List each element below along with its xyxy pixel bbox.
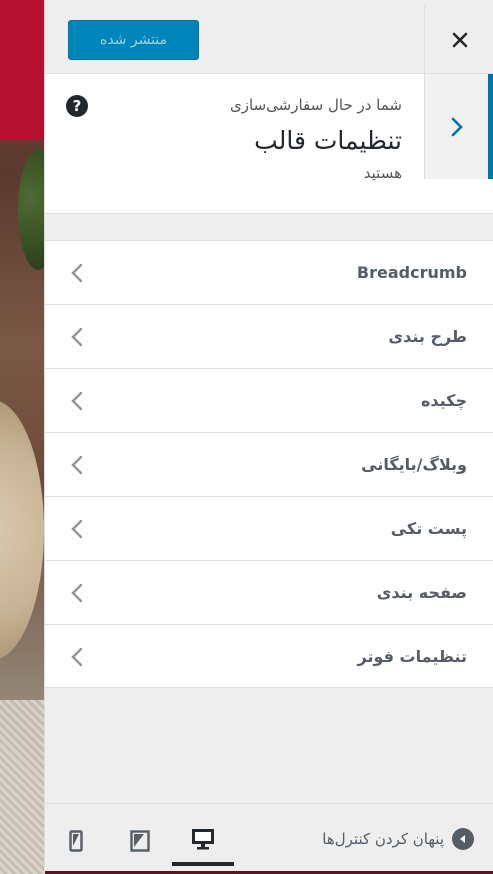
device-desktop-button[interactable] [172,816,234,866]
chevron-right-icon [451,117,463,136]
chevron-left-icon [67,261,87,285]
preview-cloth-image [0,700,44,874]
section-blog-archive[interactable]: وبلاگ/بایگانی [45,432,493,496]
section-label: پست تکی [390,519,467,538]
hide-controls-button[interactable]: پنهان کردن کنترل‌ها [322,828,474,850]
sections-list: Breadcrumb طرح بندی چکیده وبلاگ/بایگانی … [45,240,493,688]
section-label: Breadcrumb [356,263,467,282]
info-text: شما در حال سفارشی‌سازی تنظیمات قالب هستی… [102,94,402,184]
section-excerpt[interactable]: چکیده [45,368,493,432]
site-preview [0,0,44,874]
section-single-post[interactable]: پست تکی [45,496,493,560]
preview-leaf-image [18,150,44,270]
chevron-left-icon [67,389,87,413]
chevron-left-icon [67,645,87,669]
desktop-icon [192,829,214,850]
preview-red-banner [0,0,44,140]
hide-controls-label: پنهان کردن کنترل‌ها [322,830,444,848]
preview-bowl-image [0,400,44,660]
close-icon [452,32,467,47]
chevron-left-icon [67,325,87,349]
play-icon [452,828,474,850]
device-tablet-button[interactable] [109,816,171,866]
customizer-sidebar: منتشر شده شما در حال سفارشی‌سازی تنظیمات… [44,0,493,874]
customizer-info-panel: شما در حال سفارشی‌سازی تنظیمات قالب هستی… [45,74,493,214]
help-icon[interactable]: ? [66,95,88,117]
info-subtitle: شما در حال سفارشی‌سازی [230,96,402,114]
section-label: چکیده [420,391,467,410]
section-label: صفحه بندی [376,583,467,602]
close-button[interactable] [424,6,493,73]
back-button[interactable] [424,74,493,179]
section-footer-settings[interactable]: تنظیمات فوتر [45,624,493,688]
mobile-icon [69,830,83,852]
customizer-footer: پنهان کردن کنترل‌ها [45,803,493,874]
section-label: تنظیمات فوتر [357,647,467,666]
chevron-left-icon [67,517,87,541]
section-pagination[interactable]: صفحه بندی [45,560,493,624]
publish-button[interactable]: منتشر شده [68,20,199,60]
tablet-icon [130,830,150,852]
section-label: طرح بندی [388,327,467,346]
info-tail: هستید [363,164,402,182]
section-label: وبلاگ/بایگانی [361,455,467,474]
customizer-header: منتشر شده [45,0,493,74]
section-breadcrumb[interactable]: Breadcrumb [45,240,493,304]
section-layout[interactable]: طرح بندی [45,304,493,368]
device-mobile-button[interactable] [45,816,107,866]
chevron-left-icon [67,581,87,605]
info-title: تنظیمات قالب [254,126,402,155]
chevron-left-icon [67,453,87,477]
